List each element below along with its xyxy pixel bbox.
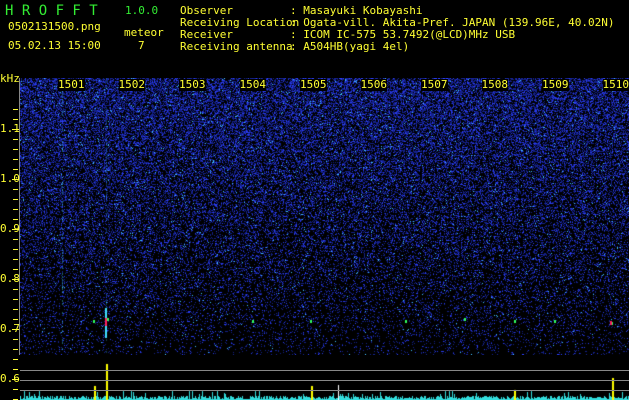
- y-tick: [13, 169, 18, 170]
- meteor-label: meteor: [124, 26, 164, 39]
- y-tick: [13, 139, 18, 140]
- y-tick: [13, 269, 18, 270]
- y-tick: [12, 329, 19, 330]
- y-tick: [13, 209, 18, 210]
- x-tick-label: 1505: [300, 78, 327, 91]
- spectrogram: [20, 78, 629, 355]
- y-tick: [13, 299, 18, 300]
- y-tick: [13, 219, 18, 220]
- y-tick: [13, 239, 18, 240]
- level-line: [20, 370, 629, 371]
- y-tick: [12, 379, 19, 380]
- y-tick: [13, 259, 18, 260]
- level-plot: [20, 355, 629, 400]
- app-title: H R O F F T: [5, 3, 98, 19]
- y-tick: [12, 279, 19, 280]
- x-tick-label: 1502: [118, 78, 145, 91]
- x-tick-label: 1501: [58, 78, 85, 91]
- y-tick: [13, 309, 18, 310]
- y-tick: [13, 389, 18, 390]
- y-tick: [13, 109, 18, 110]
- y-tick: [13, 339, 18, 340]
- y-tick: [13, 319, 18, 320]
- y-tick: [13, 249, 18, 250]
- info-value: : A504HB(yagi 4el): [290, 40, 410, 53]
- x-tick-label: 1509: [542, 78, 569, 91]
- y-tick: [12, 129, 19, 130]
- y-tick: [13, 359, 18, 360]
- info-label: Receiving antenna: [180, 40, 293, 53]
- y-tick: [12, 229, 19, 230]
- y-tick: [13, 289, 18, 290]
- x-tick-label: 1508: [481, 78, 508, 91]
- file-name: 0502131500.png: [8, 20, 101, 33]
- x-tick-label: 1510: [602, 78, 629, 91]
- y-tick: [13, 369, 18, 370]
- y-tick: [13, 199, 18, 200]
- level-line: [20, 380, 629, 381]
- meteor-count: 7: [138, 39, 145, 52]
- y-tick: [13, 119, 18, 120]
- y-tick: [13, 149, 18, 150]
- x-tick-label: 1503: [179, 78, 206, 91]
- app-version: 1.0.0: [125, 4, 159, 17]
- x-tick-label: 1506: [360, 78, 387, 91]
- y-axis: [19, 78, 20, 355]
- file-datetime: 05.02.13 15:00: [8, 39, 101, 52]
- level-line: [20, 390, 629, 391]
- y-tick: [13, 189, 18, 190]
- y-tick: [13, 349, 18, 350]
- x-tick-label: 1507: [421, 78, 448, 91]
- y-tick: [12, 179, 19, 180]
- y-tick: [13, 159, 18, 160]
- x-tick-label: 1504: [239, 78, 266, 91]
- axis-unit: kHz: [0, 72, 20, 85]
